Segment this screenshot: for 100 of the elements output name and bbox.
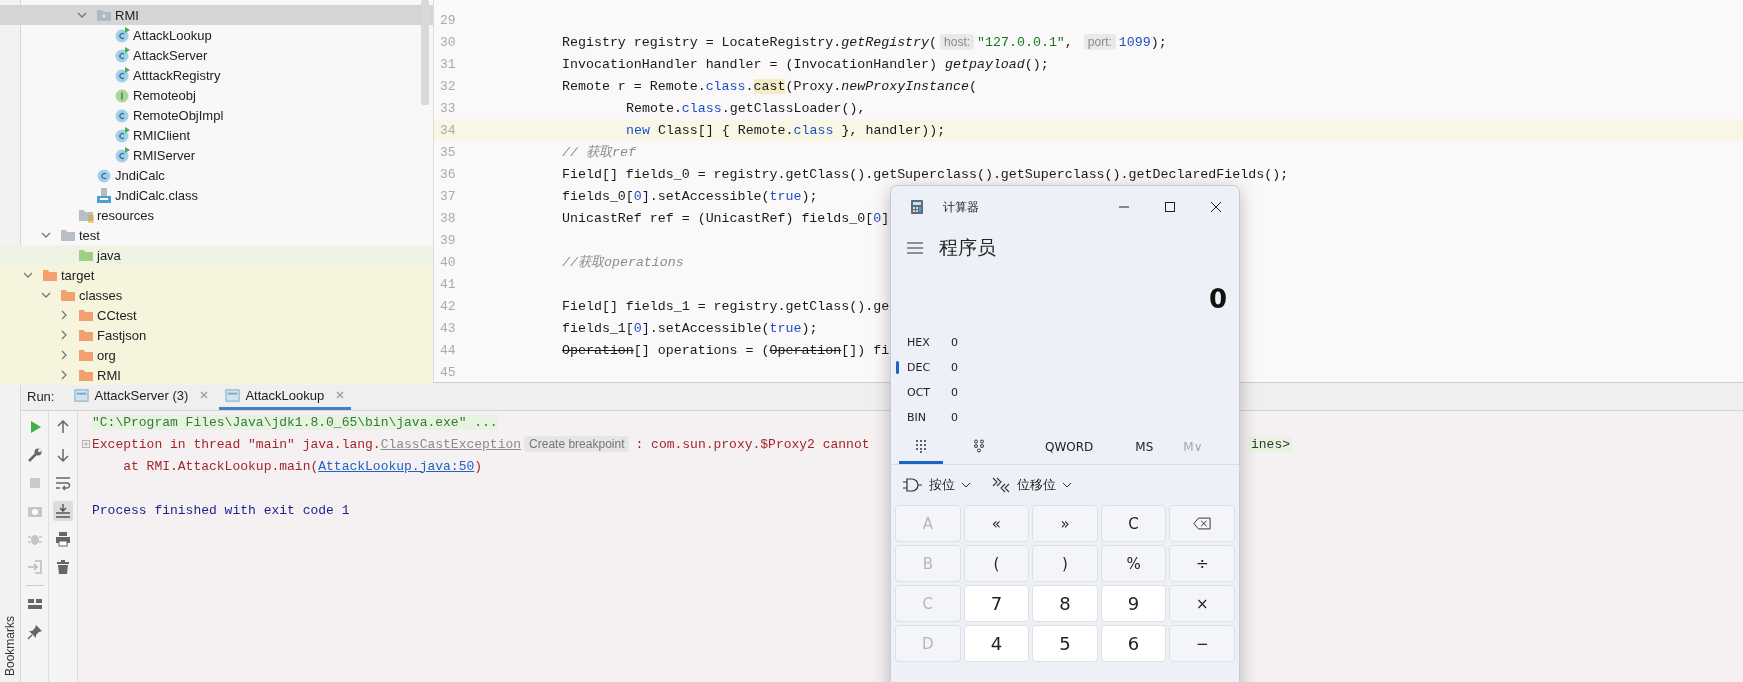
tree-item[interactable]: classes (0, 285, 433, 305)
dropdown-button[interactable]: 按位 (929, 476, 955, 494)
calculator-key[interactable]: 6 (1100, 625, 1167, 662)
run-tab[interactable]: AttackLookup (219, 383, 352, 410)
backspace-icon (1193, 517, 1212, 530)
close-icon[interactable] (199, 390, 210, 400)
console-window-icon (74, 387, 90, 403)
close-icon[interactable] (335, 390, 346, 400)
radix-row[interactable]: DEC 0 (891, 355, 1239, 380)
calculator-icon (909, 199, 925, 215)
tree-item[interactable]: java (0, 245, 433, 265)
console-window-icon (225, 387, 241, 403)
caret-icon[interactable] (961, 482, 971, 488)
calculator-key[interactable]: × (1169, 585, 1235, 622)
expand-box-icon[interactable] (82, 440, 90, 448)
tree-item[interactable]: JndiCalc (0, 165, 433, 185)
line-number: 30 (439, 34, 457, 50)
calculator-key[interactable]: 8 (1032, 585, 1098, 622)
calculator-key[interactable] (1169, 505, 1235, 542)
calculator-key[interactable]: » (1032, 505, 1098, 542)
tree-item[interactable]: test (0, 225, 433, 245)
tree-item[interactable]: CCtest (0, 305, 433, 325)
line-number: 39 (439, 232, 457, 248)
tree-item-label: RemoteObjImpl (133, 107, 224, 123)
console-link[interactable]: AttackLookup.java:50 (318, 458, 475, 474)
radix-row[interactable]: OCT 0 (891, 380, 1239, 405)
calculator-key[interactable]: « (963, 505, 1030, 542)
calculator-key[interactable]: % (1100, 545, 1167, 582)
line-number: 37 (439, 188, 457, 204)
calculator-key[interactable]: 5 (1032, 625, 1098, 662)
tree-item-label: test (79, 227, 100, 243)
line-number: 40 (439, 254, 457, 270)
tree-item[interactable]: JndiCalc.class (0, 185, 433, 205)
calculator-key[interactable]: ) (1032, 545, 1098, 582)
tree-item[interactable]: RemoteObjImpl (0, 105, 433, 125)
tree-item[interactable]: resources (0, 205, 433, 225)
code-line: new Class[] { Remote.class }, handler)); (625, 122, 946, 138)
window-title: 计算器 (943, 198, 979, 216)
folder-icon (60, 227, 76, 243)
line-number: 34 (439, 122, 457, 138)
tree-item-label: RMI (97, 367, 121, 383)
line-number: 45 (439, 364, 457, 380)
scroll-to-end-icon[interactable] (53, 501, 73, 521)
folder-icon (78, 347, 94, 363)
tree-item[interactable]: AtttackRegistry (0, 65, 433, 85)
calculator-key[interactable]: 4 (963, 625, 1030, 662)
class-icon (114, 107, 130, 123)
tree-item-label: RMIClient (133, 127, 191, 143)
menu-icon[interactable] (907, 242, 923, 254)
calculator-key[interactable]: − (1169, 625, 1235, 662)
tree-item[interactable]: RMI (0, 5, 433, 25)
tree-item[interactable]: RMIServer (0, 145, 433, 165)
console-line: at RMI.AttackLookup.main(AttackLookup.java:50) (122, 458, 483, 474)
resources-folder-icon (78, 207, 94, 223)
bookmarks-tab[interactable]: Bookmarks (3, 615, 17, 676)
dropdown-button[interactable]: 位移位 (1017, 476, 1056, 494)
mode-title: 程序员 (939, 235, 996, 260)
line-number: 36 (439, 166, 457, 182)
calculator-key[interactable]: 7 (963, 585, 1030, 622)
tree-item[interactable]: target (0, 265, 433, 285)
runnable-class-icon (114, 27, 130, 43)
code-line: Field[] fields_0 = registry.getClass().getSuperclass().getSuperclass().getDeclaredFields(); (561, 166, 1289, 182)
line-number: 43 (439, 320, 457, 336)
tree-item[interactable]: Remoteobj (0, 85, 433, 105)
tree-item[interactable]: RMI (0, 365, 433, 385)
run-tab[interactable]: AttackServer (3) (68, 383, 216, 410)
calculator-key[interactable]: ( (963, 545, 1030, 582)
line-number: 31 (439, 56, 457, 72)
line-number: 44 (439, 342, 457, 358)
calculator-key[interactable]: 9 (1100, 585, 1167, 622)
code-line: InvocationHandler handler = (InvocationHandler) getpayload(); (561, 56, 1049, 72)
binary-file-icon (96, 187, 112, 203)
caret-icon[interactable] (1062, 482, 1072, 488)
tree-item-label: target (61, 267, 95, 283)
create-breakpoint-hint[interactable]: Create breakpoint (524, 435, 630, 452)
interface-icon (114, 87, 130, 103)
print-icon[interactable] (53, 529, 73, 549)
tree-item-label: resources (97, 207, 155, 223)
tree-item-label: CCtest (97, 307, 137, 323)
tree-item[interactable]: AttackLookup (0, 25, 433, 45)
folded-lines-link[interactable]: ines> (1249, 436, 1292, 452)
tree-item[interactable]: AttackServer (0, 45, 433, 65)
code-line: Operation[] operations = (Operation[]) fi (561, 342, 890, 358)
tree-item[interactable]: Fastjson (0, 325, 433, 345)
code-line: Remote r = Remote.class.cast(Proxy.newProxyInstance( (561, 78, 977, 94)
calculator-key[interactable]: C (1100, 505, 1167, 542)
memory-button[interactable]: MS (1127, 436, 1162, 458)
double-chevron-icon (991, 477, 1011, 493)
word-size-button[interactable]: QWORD (1037, 436, 1102, 458)
display-value: 0 (1208, 284, 1227, 314)
tree-item[interactable]: RMIClient (0, 125, 433, 145)
tree-item[interactable]: org (0, 345, 433, 365)
radix-row[interactable]: HEX 0 (891, 330, 1239, 355)
code-line: fields_0[0].setAccessible(true); (561, 188, 818, 204)
scrollbar-thumb[interactable] (421, 0, 429, 105)
calculator-key[interactable]: ÷ (1169, 545, 1235, 582)
package-folder-icon (96, 7, 112, 23)
radix-row[interactable]: BIN 0 (891, 405, 1239, 430)
logic-gate-icon (903, 477, 923, 493)
line-number: 35 (439, 144, 457, 160)
